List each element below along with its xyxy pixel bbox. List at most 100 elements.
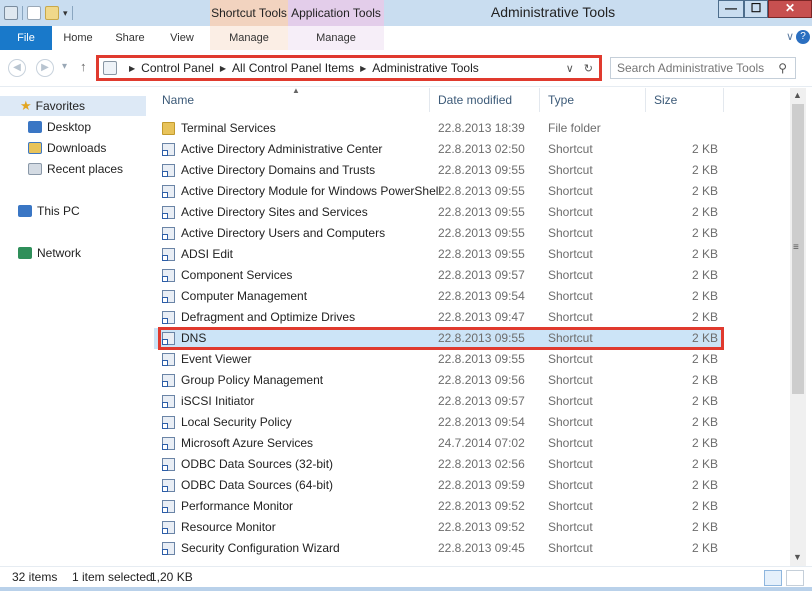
- file-list: ▲ Name Date modified Type Size Terminal …: [154, 86, 790, 566]
- file-date: 22.8.2013 09:47: [438, 310, 525, 324]
- scroll-down-icon[interactable]: ▼: [793, 552, 802, 562]
- navigation-pane: ★ Favorites Desktop Downloads Recent pla…: [0, 88, 146, 566]
- desktop-icon: [28, 121, 42, 133]
- nav-favorites[interactable]: ★ Favorites: [0, 96, 146, 116]
- tab-manage-application[interactable]: Manage: [288, 26, 384, 50]
- breadcrumb-all-items[interactable]: All Control Panel Items: [232, 61, 354, 75]
- file-row[interactable]: Computer Management 22.8.2013 09:54 Shortc…: [154, 286, 724, 307]
- expand-ribbon-icon[interactable]: ∨: [786, 30, 794, 43]
- column-header-type[interactable]: Type: [540, 88, 646, 112]
- tab-view[interactable]: View: [160, 26, 204, 50]
- shortcut-icon: [162, 353, 175, 366]
- tab-manage-shortcut[interactable]: Manage: [210, 26, 288, 50]
- minimize-button[interactable]: —: [718, 0, 744, 18]
- details-view-icon[interactable]: [764, 570, 782, 586]
- file-date: 22.8.2013 09:55: [438, 352, 525, 366]
- folder-icon: [162, 122, 175, 135]
- shortcut-icon: [162, 227, 175, 240]
- file-row[interactable]: Event Viewer 22.8.2013 09:55 Shortcut 2 KB: [154, 349, 724, 370]
- address-dropdown-icon[interactable]: ∨: [566, 62, 574, 75]
- nav-network[interactable]: Network: [18, 243, 81, 263]
- file-row[interactable]: Security Configuration Wizard 22.8.2013 0…: [154, 538, 724, 559]
- file-type: Shortcut: [548, 436, 593, 450]
- up-arrow-icon[interactable]: ↑: [80, 59, 87, 74]
- breadcrumb-separator-icon[interactable]: ▶: [360, 64, 366, 73]
- nav-recent-places[interactable]: Recent places: [28, 159, 123, 179]
- search-box[interactable]: ⚲: [610, 57, 796, 79]
- file-row[interactable]: Active Directory Module for Windows Powe…: [154, 181, 724, 202]
- file-size: 2 KB: [691, 478, 718, 492]
- file-row[interactable]: ODBC Data Sources (64-bit) 22.8.2013 09:5…: [154, 475, 724, 496]
- breadcrumb-administrative-tools[interactable]: Administrative Tools: [372, 61, 479, 75]
- file-size: 2 KB: [691, 289, 718, 303]
- file-row[interactable]: Active Directory Sites and Services 22.8.…: [154, 202, 724, 223]
- address-bar[interactable]: ▶ Control Panel ▶ All Control Panel Item…: [96, 55, 602, 81]
- quick-access-toolbar: ▾: [4, 4, 73, 22]
- search-input[interactable]: [617, 60, 767, 76]
- breadcrumb-separator-icon[interactable]: ▶: [129, 64, 135, 73]
- context-tab-application-tools[interactable]: Application Tools: [288, 0, 384, 26]
- breadcrumb-control-panel[interactable]: Control Panel: [141, 61, 214, 75]
- breadcrumb-separator-icon[interactable]: ▶: [220, 64, 226, 73]
- file-row[interactable]: Local Security Policy 22.8.2013 09:54 Shor…: [154, 412, 724, 433]
- nav-this-pc[interactable]: This PC: [18, 201, 80, 221]
- vertical-scrollbar[interactable]: ▲ ≡ ▼: [790, 88, 806, 566]
- search-icon[interactable]: ⚲: [778, 61, 787, 75]
- maximize-button[interactable]: ☐: [744, 0, 768, 18]
- toolbar-divider: [71, 6, 73, 20]
- tab-home[interactable]: Home: [56, 26, 100, 50]
- recent-locations-icon[interactable]: ▾: [62, 61, 67, 72]
- shortcut-icon: [162, 437, 175, 450]
- file-row[interactable]: ODBC Data Sources (32-bit) 22.8.2013 02:5…: [154, 454, 724, 475]
- column-header-date[interactable]: Date modified: [430, 88, 540, 112]
- quick-access-dropdown-icon[interactable]: ▾: [63, 8, 68, 19]
- file-name: Component Services: [181, 268, 293, 282]
- file-size: 2 KB: [691, 226, 718, 240]
- file-size: 2 KB: [691, 310, 718, 324]
- tab-file[interactable]: File: [0, 26, 52, 50]
- file-name: Event Viewer: [181, 352, 252, 366]
- large-icons-view-icon[interactable]: [786, 570, 804, 586]
- control-panel-icon: [103, 61, 117, 75]
- file-size: 2 KB: [691, 184, 718, 198]
- file-row[interactable]: ADSI Edit 22.8.2013 09:55 Shortcut 2 KB: [154, 244, 724, 265]
- file-row[interactable]: Defragment and Optimize Drives 22.8.2013 …: [154, 307, 724, 328]
- undo-icon[interactable]: [27, 6, 41, 20]
- file-date: 22.8.2013 09:54: [438, 289, 525, 303]
- back-button[interactable]: ◀: [8, 59, 26, 77]
- file-row[interactable]: Resource Monitor 22.8.2013 09:52 Shortcut 2…: [154, 517, 724, 538]
- tab-share[interactable]: Share: [108, 26, 152, 50]
- file-date: 22.8.2013 09:55: [438, 184, 525, 198]
- context-tab-shortcut-tools[interactable]: Shortcut Tools: [210, 0, 288, 26]
- nav-desktop[interactable]: Desktop: [28, 117, 91, 137]
- properties-icon[interactable]: [4, 6, 18, 20]
- column-header-size[interactable]: Size: [646, 88, 724, 112]
- column-header-name[interactable]: Name: [154, 88, 430, 112]
- refresh-icon[interactable]: ↻: [584, 62, 593, 75]
- file-row[interactable]: Microsoft Azure Services 24.7.2014 07:02 S…: [154, 433, 724, 454]
- file-type: Shortcut: [548, 478, 593, 492]
- file-type: Shortcut: [548, 352, 593, 366]
- file-row[interactable]: Performance Monitor 22.8.2013 09:52 Shortc…: [154, 496, 724, 517]
- file-name: ODBC Data Sources (32-bit): [181, 457, 334, 471]
- file-row[interactable]: iSCSI Initiator 22.8.2013 09:57 Shortcut 2 …: [154, 391, 724, 412]
- scroll-up-icon[interactable]: ▲: [793, 90, 802, 100]
- file-row[interactable]: Active Directory Administrative Center 22…: [154, 139, 724, 160]
- help-icon[interactable]: ?: [796, 30, 810, 44]
- close-button[interactable]: ✕: [768, 0, 812, 18]
- file-row[interactable]: Component Services 22.8.2013 09:57 Shortcu…: [154, 265, 724, 286]
- file-type: Shortcut: [548, 457, 593, 471]
- nav-recent-label: Recent places: [47, 162, 124, 176]
- file-date: 22.8.2013 09:59: [438, 478, 525, 492]
- file-type: Shortcut: [548, 184, 593, 198]
- file-row[interactable]: Active Directory Domains and Trusts 22.8.…: [154, 160, 724, 181]
- new-folder-icon[interactable]: [45, 6, 59, 20]
- forward-button[interactable]: ▶: [36, 59, 54, 77]
- file-row[interactable]: Terminal Services 22.8.2013 18:39 File fol…: [154, 118, 724, 139]
- file-date: 22.8.2013 09:57: [438, 394, 525, 408]
- file-date: 22.8.2013 09:52: [438, 520, 525, 534]
- file-row[interactable]: Active Directory Users and Computers 22.8…: [154, 223, 724, 244]
- file-size: 2 KB: [691, 499, 718, 513]
- nav-downloads[interactable]: Downloads: [28, 138, 106, 158]
- file-row[interactable]: Group Policy Management 22.8.2013 09:56 Sh…: [154, 370, 724, 391]
